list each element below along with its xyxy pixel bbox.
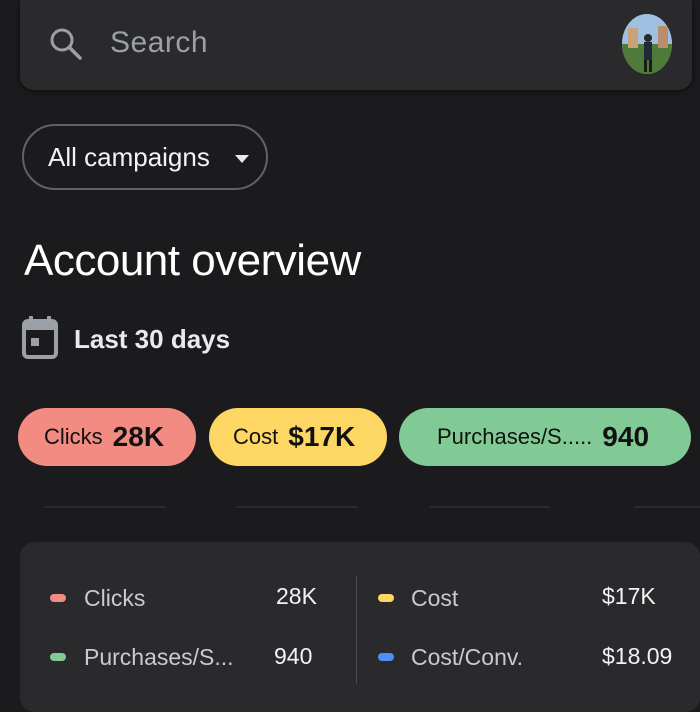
chip-value: $17K xyxy=(288,421,356,452)
summary-label-purchases: Purchases/S... xyxy=(84,644,234,670)
campaign-filter-dropdown[interactable]: All campaigns xyxy=(22,124,268,190)
calendar-icon xyxy=(22,316,58,359)
metric-chip-purchases[interactable]: Purchases/S..... 940 xyxy=(399,408,691,466)
series-dot-clicks xyxy=(50,594,66,602)
avatar[interactable] xyxy=(622,14,672,74)
summary-value-purchases: 940 xyxy=(274,643,313,669)
metrics-summary-card xyxy=(20,542,700,712)
chip-value: 28K xyxy=(112,421,165,452)
card-divider xyxy=(356,576,357,684)
divider xyxy=(236,506,358,508)
chip-label: Cost xyxy=(233,424,279,449)
summary-value-cost-conv: $18.09 xyxy=(602,643,673,669)
search-icon[interactable] xyxy=(46,24,86,64)
page-title: Account overview xyxy=(24,236,361,285)
divider xyxy=(44,506,166,508)
chevron-down-icon xyxy=(235,155,249,163)
divider xyxy=(430,506,550,508)
series-dot-cost-conv xyxy=(378,653,394,661)
chip-value: 940 xyxy=(602,421,650,452)
summary-value-cost: $17K xyxy=(602,583,656,609)
summary-label-clicks: Clicks xyxy=(84,585,146,611)
series-dot-purchases xyxy=(50,653,66,661)
date-range-label[interactable]: Last 30 days xyxy=(74,324,230,355)
series-dot-cost xyxy=(378,594,394,602)
search-input[interactable]: Search xyxy=(110,26,208,60)
summary-label-cost-conv: Cost/Conv. xyxy=(411,644,524,670)
chip-label: Clicks xyxy=(44,424,103,449)
metric-chip-cost[interactable]: Cost $17K xyxy=(209,408,387,466)
chip-label: Purchases/S..... xyxy=(437,424,593,449)
campaign-filter-label: All campaigns xyxy=(48,141,210,172)
divider xyxy=(634,506,700,508)
summary-value-clicks: 28K xyxy=(276,583,317,609)
metric-chip-clicks[interactable]: Clicks 28K xyxy=(18,408,196,466)
summary-label-cost: Cost xyxy=(411,585,459,611)
